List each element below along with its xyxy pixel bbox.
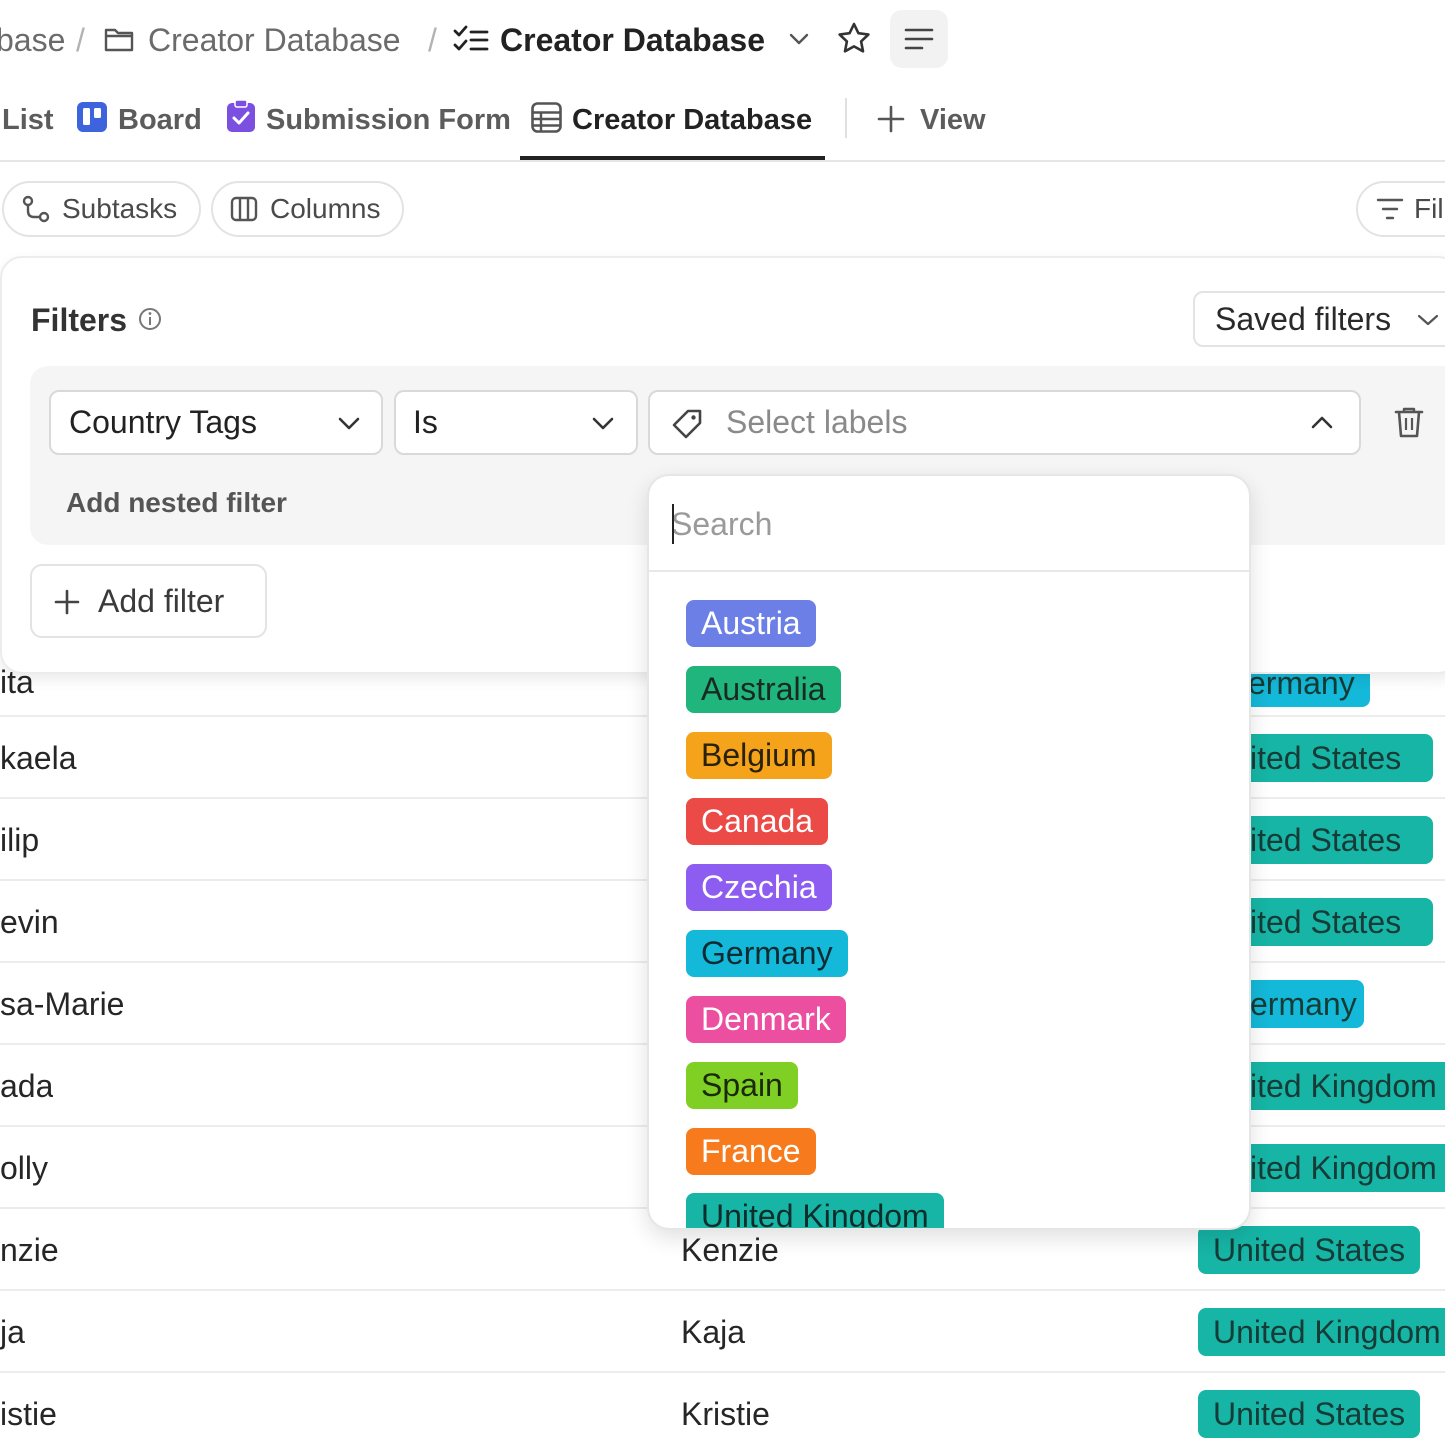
- row-name: evin: [0, 904, 59, 940]
- active-tab-indicator: [520, 156, 825, 160]
- label-option-france[interactable]: France: [686, 1128, 816, 1175]
- breadcrumb-folder[interactable]: Creator Database: [148, 18, 401, 62]
- tab-label: Submission Form: [266, 104, 511, 136]
- plus-icon: [54, 589, 80, 615]
- add-filter-button[interactable]: Add filter: [30, 564, 267, 638]
- breadcrumb-separator: /: [428, 22, 437, 58]
- operator-select-value: Is: [413, 404, 438, 440]
- tab-label: View: [920, 104, 986, 136]
- country-tag: United States: [1198, 1390, 1421, 1438]
- tab-list[interactable]: List: [2, 98, 54, 142]
- country-tag: United States: [1198, 1226, 1421, 1274]
- tab-label: List: [2, 104, 54, 136]
- tab-creator-database[interactable]: Creator Database: [572, 98, 812, 142]
- dropdown-search: [649, 476, 1249, 572]
- folder-icon: [104, 28, 134, 52]
- row-name: ilip: [0, 822, 40, 858]
- row-display-name: Kaja: [681, 1314, 746, 1350]
- chevron-down-icon: [592, 417, 614, 430]
- table-row[interactable]: ja Kaja United Kingdom: [0, 1291, 1445, 1373]
- row-name: nzie: [0, 1232, 59, 1268]
- text-cursor: [672, 504, 674, 544]
- saved-filters-label: Saved filters: [1215, 301, 1392, 337]
- tab-board[interactable]: Board: [118, 98, 202, 142]
- lines-menu-icon: [904, 28, 934, 50]
- breadcrumb-current[interactable]: Creator Database: [500, 18, 765, 62]
- columns-icon: [230, 196, 258, 222]
- labels-select[interactable]: Select labels: [648, 390, 1361, 455]
- row-display-name: Kenzie: [681, 1232, 779, 1268]
- row-name: kaela: [0, 740, 77, 776]
- field-select[interactable]: Country Tags: [49, 390, 383, 455]
- search-input[interactable]: [671, 502, 1211, 546]
- filter-button[interactable]: Fil: [1356, 181, 1445, 237]
- label-option-belgium[interactable]: Belgium: [686, 732, 832, 779]
- breadcrumb: base / Creator Database / Creator Databa…: [0, 0, 1445, 80]
- label-option-germany[interactable]: Germany: [686, 930, 848, 977]
- field-select-value: Country Tags: [69, 404, 257, 440]
- chevron-down-icon[interactable]: [789, 32, 809, 46]
- view-tabs: List Board Submission Form Creator Datab…: [0, 80, 1445, 162]
- filters-title: Filters: [31, 300, 127, 340]
- plus-icon: [877, 105, 905, 133]
- menu-button[interactable]: [890, 10, 948, 68]
- tab-label: Board: [118, 104, 202, 136]
- add-filter-label: Add filter: [98, 583, 225, 619]
- tag-icon: [672, 409, 702, 439]
- chevron-up-icon: [1311, 416, 1333, 429]
- chevron-down-icon: [1417, 314, 1439, 326]
- country-tag: United Kingdom: [1198, 1308, 1445, 1356]
- row-name: olly: [0, 1150, 49, 1186]
- label-option-spain[interactable]: Spain: [686, 1062, 798, 1109]
- table-view-icon: [531, 102, 562, 133]
- columns-button[interactable]: Columns: [211, 181, 404, 237]
- board-icon: [77, 102, 107, 132]
- label-option-denmark[interactable]: Denmark: [686, 996, 846, 1043]
- table-row[interactable]: istie Kristie United States: [0, 1373, 1445, 1445]
- checklist-icon: [453, 25, 489, 51]
- row-name: istie: [0, 1396, 57, 1432]
- columns-label: Columns: [270, 193, 381, 224]
- breadcrumb-separator: /: [76, 22, 85, 58]
- row-display-name: Kristie: [681, 1396, 770, 1432]
- saved-filters-button[interactable]: Saved filters: [1193, 291, 1445, 347]
- filter-icon: [1376, 198, 1404, 220]
- labels-dropdown: Austria Australia Belgium Canada Czechia…: [647, 474, 1251, 1230]
- tabs-divider: [845, 98, 847, 138]
- label-option-united-kingdom[interactable]: United Kingdom: [686, 1193, 944, 1228]
- row-name: sa-Marie: [0, 986, 125, 1022]
- filters-title-text: Filters: [31, 302, 128, 338]
- filter-label: Fil: [1414, 193, 1444, 224]
- star-icon[interactable]: [836, 21, 872, 57]
- operator-select[interactable]: Is: [394, 390, 638, 455]
- form-clipboard-icon: [227, 99, 255, 132]
- subtasks-button[interactable]: Subtasks: [2, 181, 201, 237]
- label-option-czechia[interactable]: Czechia: [686, 864, 832, 911]
- breadcrumb-parent[interactable]: base: [0, 18, 65, 62]
- add-view-button[interactable]: View: [920, 98, 986, 142]
- row-name: ada: [0, 1068, 54, 1104]
- info-icon[interactable]: [138, 307, 162, 331]
- label-option-australia[interactable]: Australia: [686, 666, 841, 713]
- add-nested-filter-link[interactable]: Add nested filter: [66, 484, 287, 522]
- subtasks-icon: [22, 195, 50, 223]
- label-option-canada[interactable]: Canada: [686, 798, 829, 845]
- tab-label: Creator Database: [572, 104, 813, 136]
- labels-select-placeholder: Select labels: [726, 404, 908, 440]
- row-name: ja: [0, 1314, 25, 1350]
- add-nested-filter-label: Add nested filter: [66, 487, 287, 518]
- tab-submission-form[interactable]: Submission Form: [266, 98, 511, 142]
- subtasks-label: Subtasks: [62, 193, 178, 224]
- chevron-down-icon: [338, 417, 360, 430]
- label-option-austria[interactable]: Austria: [686, 600, 816, 647]
- trash-icon[interactable]: [1394, 405, 1424, 439]
